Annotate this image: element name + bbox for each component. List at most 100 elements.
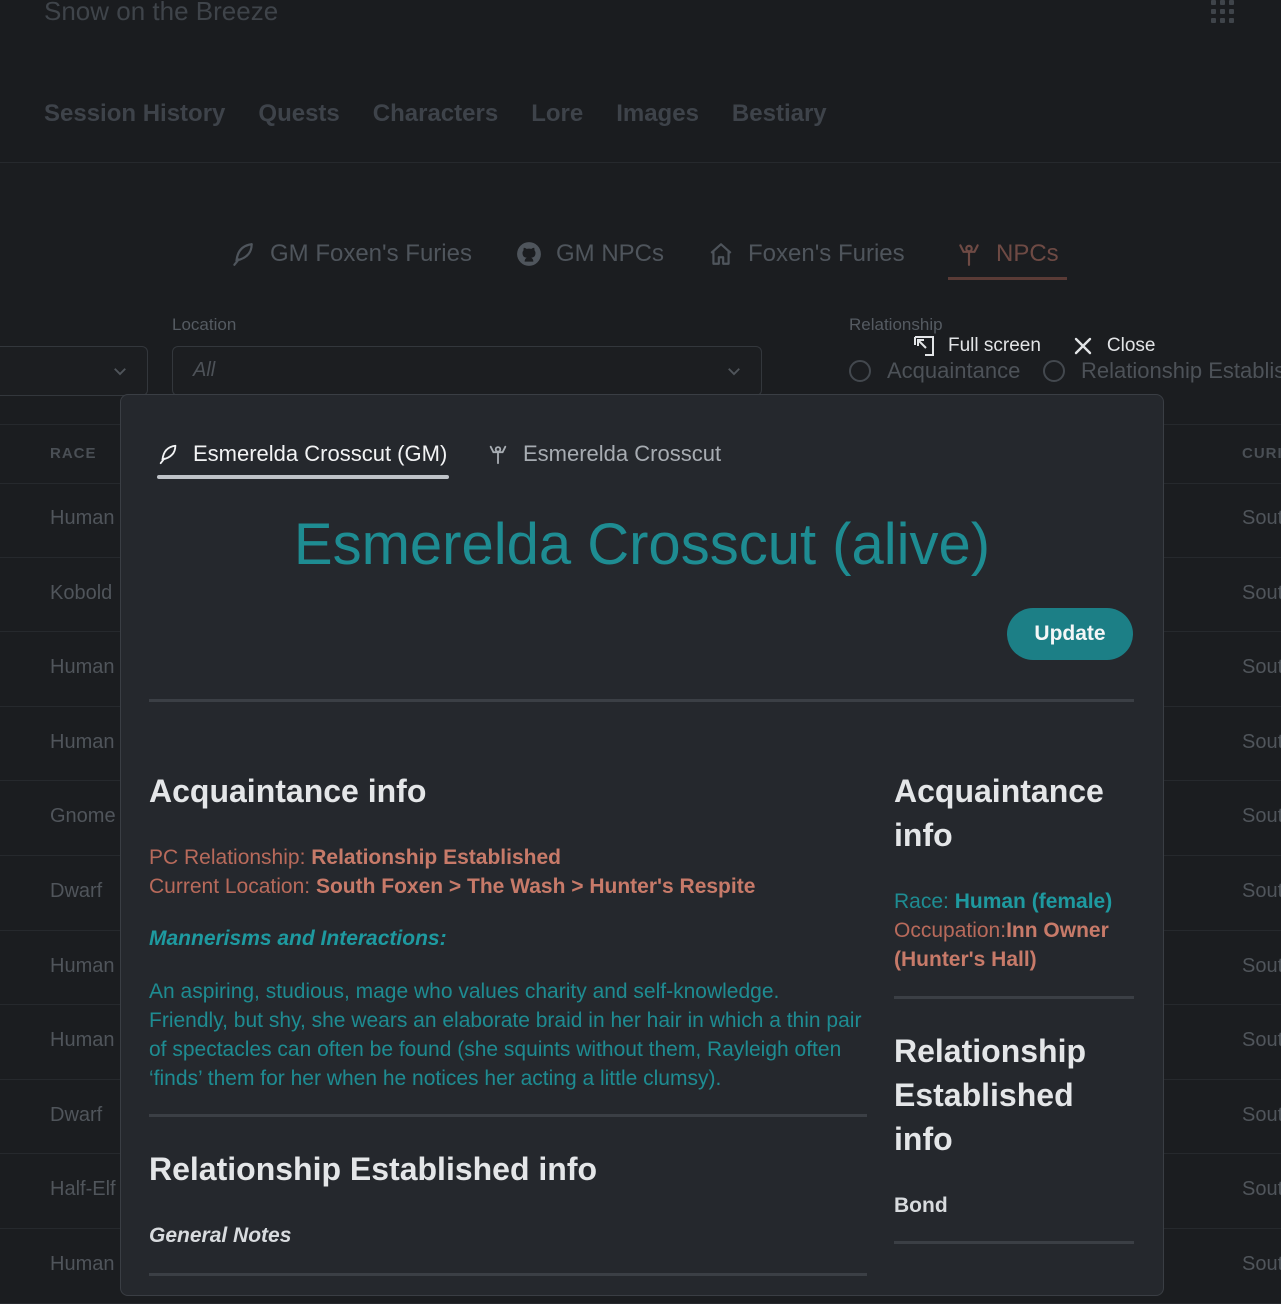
race-label: Race: [894, 890, 955, 913]
current-location-cell: Sout [1242, 805, 1281, 828]
nav-characters[interactable]: Characters [373, 100, 498, 128]
npc-modal: Esmerelda Crosscut (GM) Esmerelda Crossc… [120, 394, 1164, 1296]
race-cell: Kobold [50, 581, 113, 604]
side-relationship-title: Relationship Established info [894, 1033, 1087, 1157]
current-location-line: Current Location: South Foxen > The Wash… [149, 872, 755, 901]
tab-label: NPCs [996, 240, 1059, 267]
bond-label: Bond [894, 1194, 948, 1217]
side-divider [894, 1241, 1134, 1244]
modal-toolbar: Full screen Close [912, 334, 1156, 358]
nav-lore[interactable]: Lore [531, 100, 583, 128]
feather-icon [233, 243, 253, 266]
section-divider [149, 1273, 867, 1276]
race-cell: Human [50, 1253, 115, 1275]
side-acquaintance-title: Acquaintance info [894, 773, 1104, 853]
person-icon [959, 244, 979, 266]
race-cell: Gnome [50, 805, 116, 828]
current-location-cell: Sout [1242, 656, 1281, 679]
current-location-cell: Sout [1242, 1029, 1281, 1052]
current-location-cell: Sout [1242, 880, 1281, 902]
npc-heading: Esmerelda Crosscut (alive) [293, 512, 991, 577]
sub-tabs: GM Foxen's Furies GM NPCs Foxen's Furies… [0, 228, 1281, 280]
radio-relationship-established[interactable]: Relationship Establis [1043, 358, 1281, 384]
tab-gm-foxens-furies[interactable]: GM Foxen's Furies [230, 228, 472, 280]
chevron-down-icon [114, 368, 126, 376]
race-cell: Half-Elf [50, 1178, 116, 1201]
radio-circle [849, 360, 871, 382]
race-cell: Dwarf [50, 1103, 103, 1126]
race-cell: Human [50, 656, 115, 679]
close-button[interactable]: Close [1071, 334, 1156, 358]
current-location-cell: Sout [1242, 507, 1281, 529]
current-location-cell: Sout [1242, 954, 1281, 977]
header-divider [149, 699, 1134, 702]
race-value: Human (female) [954, 890, 1113, 913]
race-cell: Human [50, 730, 115, 753]
tab-label: Foxen's Furies [748, 240, 905, 267]
relationship-label: Relationship [849, 315, 943, 334]
mannerisms-title: Mannerisms and Interactions: [149, 927, 447, 950]
radio-circle [1043, 360, 1065, 382]
nav-images[interactable]: Images [616, 100, 699, 128]
tab-npcs[interactable]: NPCs [948, 228, 1067, 280]
mannerisms-text: An aspiring, studious, mage who values c… [149, 980, 862, 1090]
pc-relationship-value: Relationship Established [311, 846, 561, 869]
filter-select-left[interactable] [0, 346, 148, 396]
radio-label: Relationship Establis [1081, 358, 1281, 383]
top-bar: Snow on the Breeze Session History Quest… [0, 0, 1281, 163]
race-cell: Human [50, 954, 115, 977]
nav-bestiary[interactable]: Bestiary [732, 100, 827, 128]
home-icon [710, 243, 732, 265]
acquaintance-title: Acquaintance info [149, 773, 427, 809]
race-cell: Human [50, 1029, 115, 1052]
tab-label: Esmerelda Crosscut [523, 441, 722, 466]
feather-icon [159, 444, 177, 465]
tab-esmerelda[interactable]: Esmerelda Crosscut [487, 433, 721, 475]
column-header-race[interactable]: RACE [50, 445, 97, 462]
relationship-title: Relationship Established info [149, 1151, 598, 1187]
tab-label: GM Foxen's Furies [270, 240, 472, 267]
radio-acquaintance[interactable]: Acquaintance [849, 358, 1020, 384]
tab-esmerelda-gm[interactable]: Esmerelda Crosscut (GM) [157, 433, 450, 479]
fullscreen-icon [914, 336, 934, 356]
occupation-line: Occupation:Inn Owner (Hunter's Hall) [894, 916, 1134, 974]
race-line: Race: Human (female) [894, 887, 1134, 916]
close-label: Close [1106, 335, 1156, 356]
general-notes-label: General Notes [149, 1224, 292, 1247]
current-location-cell: Sout [1242, 581, 1281, 604]
person-icon [489, 445, 507, 465]
nav-session-history[interactable]: Session History [44, 100, 225, 128]
location-value: All [193, 359, 216, 381]
side-divider [894, 996, 1134, 999]
current-location-cell: Sout [1242, 730, 1281, 753]
app-title: Snow on the Breeze [44, 0, 279, 26]
current-location-cell: Sout [1242, 1253, 1281, 1275]
tab-gm-npcs[interactable]: GM NPCs [516, 228, 664, 280]
fullscreen-button[interactable]: Full screen [912, 334, 1041, 358]
section-divider [149, 1114, 867, 1117]
location-label: Location [172, 315, 237, 334]
location-select[interactable]: All [172, 346, 762, 396]
race-cell: Dwarf [50, 880, 103, 902]
update-button[interactable]: Update [1007, 608, 1133, 660]
nav-quests[interactable]: Quests [258, 100, 339, 128]
chevron-down-icon [728, 368, 740, 376]
close-icon [1074, 337, 1092, 355]
current-location-label: Current Location: [149, 875, 316, 898]
pc-relationship-label: PC Relationship: [149, 846, 312, 869]
column-header-current[interactable]: CURI [1242, 445, 1281, 462]
race-cell: Human [50, 507, 115, 529]
apps-grid-icon[interactable] [1208, 0, 1238, 26]
github-icon [517, 242, 541, 266]
current-location-cell: Sout [1242, 1103, 1281, 1126]
fullscreen-label: Full screen [948, 335, 1041, 356]
main-nav: Session History Quests Characters Lore I… [44, 100, 827, 128]
tab-label: Esmerelda Crosscut (GM) [193, 441, 448, 466]
pc-relationship-line: PC Relationship: Relationship Establishe… [149, 843, 561, 872]
tab-label: GM NPCs [556, 240, 664, 267]
radio-label: Acquaintance [887, 358, 1021, 383]
occupation-label: Occupation: [894, 919, 1007, 942]
tab-foxens-furies[interactable]: Foxen's Furies [708, 228, 905, 280]
current-location-cell: Sout [1242, 1178, 1281, 1201]
current-location-value: South Foxen > The Wash > Hunter's Respit… [315, 875, 756, 898]
